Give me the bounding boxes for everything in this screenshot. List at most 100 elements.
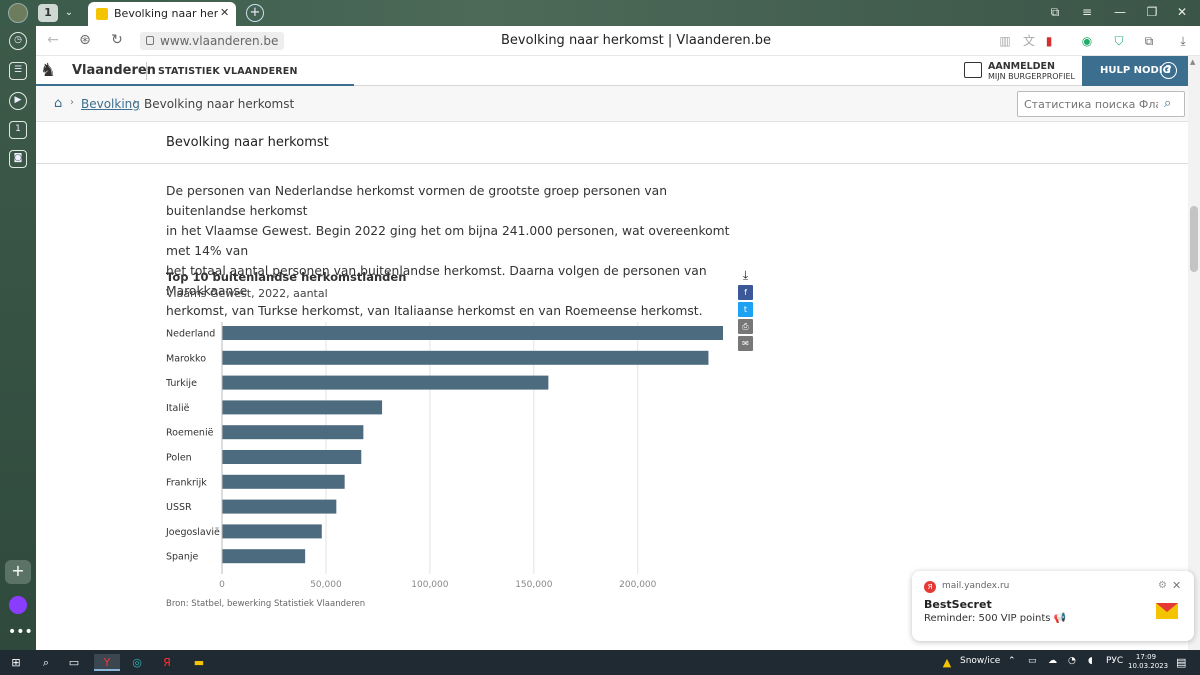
page-heading-bar: Bevolking naar herkomst <box>36 122 1188 164</box>
chart-subtitle: Vlaams Gewest, 2022, aantal <box>166 287 328 300</box>
notification-title: BestSecret <box>924 598 992 611</box>
bar <box>222 474 345 489</box>
page-scrollbar[interactable]: ▲ <box>1188 56 1200 650</box>
intro-paragraph: De personen van Nederlandse herkomst vor… <box>166 181 748 321</box>
extension-icon[interactable]: ◉ <box>1078 32 1096 50</box>
clock-date: 10.03.2023 <box>1128 662 1169 670</box>
mail-envelope-icon <box>1156 603 1178 619</box>
bar <box>222 499 337 514</box>
restore-button[interactable]: ❐ <box>1142 5 1162 19</box>
scrollbar-thumb[interactable] <box>1190 206 1198 272</box>
category-label: Spanje <box>166 552 199 563</box>
edge-icon[interactable]: ◎ <box>128 654 146 671</box>
notification-body: Reminder: 500 VIP points 📢 <box>924 613 1067 624</box>
facebook-icon[interactable]: f <box>738 285 753 300</box>
gear-icon[interactable]: ⚙ <box>1158 580 1167 591</box>
bar <box>222 524 322 539</box>
url-text: www.vlaanderen.be <box>160 34 279 48</box>
profile-avatar[interactable] <box>8 3 28 23</box>
search-icon[interactable]: ⌕ <box>1164 96 1171 111</box>
brand-name[interactable]: Vlaanderen <box>72 63 156 78</box>
collections-icon[interactable]: ⧉ <box>1045 5 1065 20</box>
site-header: ♞ Vlaanderen STATISTIEK VLAANDEREN AANME… <box>36 56 1188 86</box>
bar-chart: 0 50,000 100,000 150,000 200,000 Nederland Mar… <box>165 322 723 588</box>
category-label: Roemenië <box>166 428 214 439</box>
protect-icon[interactable]: ⛉ <box>1110 32 1128 50</box>
windows-taskbar: ⊞ ⌕ ▭ Y ◎ Я ▬ ▲ Snow/ice ⌃ ▭ ☁ ◔ ◖ РУС 1… <box>0 650 1200 675</box>
site-favicon-icon <box>96 8 108 20</box>
tabs-sidebar-icon[interactable]: 1 <box>9 121 27 139</box>
more-icon[interactable]: ••• <box>8 624 33 640</box>
mail-icon[interactable]: ✉ <box>738 336 753 351</box>
breadcrumb-link-bevolking[interactable]: Bevolking <box>81 97 140 111</box>
browser-sidebar: ◷ ☰ ▶ 1 ◙ + ••• <box>0 26 36 650</box>
volume-icon[interactable]: ◖ <box>1088 656 1093 666</box>
video-icon[interactable]: ▶ <box>9 92 27 110</box>
login-icon[interactable] <box>964 62 982 78</box>
back-icon[interactable]: ← <box>44 32 62 48</box>
tray-app-icon[interactable]: ▭ <box>1028 656 1037 666</box>
bar <box>222 549 306 564</box>
notifications-icon[interactable]: ▤ <box>1176 656 1186 669</box>
file-explorer-icon[interactable]: ▬ <box>190 654 208 671</box>
active-tab[interactable]: Bevolking naar herkomst | Vlaanderen.be … <box>88 2 236 26</box>
print-icon[interactable]: ⎙ <box>738 319 753 334</box>
language-indicator[interactable]: РУС <box>1106 656 1123 666</box>
close-icon[interactable]: ✕ <box>1172 579 1181 592</box>
new-tab-button[interactable]: + <box>246 4 264 22</box>
login-sublabel[interactable]: MIJN BURGERPROFIEL <box>988 72 1075 81</box>
screenshot-icon[interactable]: ◙ <box>9 150 27 168</box>
help-button[interactable]: HULP NODIG ? <box>1082 56 1188 86</box>
category-label: USSR <box>166 502 192 513</box>
yandex-browser-icon[interactable]: Y <box>94 654 120 671</box>
extensions-icon[interactable]: ⧉ <box>1140 32 1158 50</box>
clock-time: 17:09 <box>1135 653 1157 661</box>
onedrive-icon[interactable]: ☁ <box>1048 656 1057 666</box>
chevron-down-icon[interactable]: ⌄ <box>62 4 76 22</box>
notification-source: mail.yandex.ru <box>942 581 1010 591</box>
category-label: Frankrijk <box>166 477 207 488</box>
subbrand-name[interactable]: STATISTIEK VLAANDEREN <box>158 66 298 77</box>
home-icon[interactable]: ⌂ <box>54 96 62 111</box>
weather-icon[interactable]: ▲ <box>938 654 956 671</box>
tray-expand-icon[interactable]: ⌃ <box>1008 656 1016 666</box>
close-tab-icon[interactable]: ✕ <box>220 6 229 19</box>
question-icon: ? <box>1160 62 1177 79</box>
search-input[interactable] <box>1024 96 1158 113</box>
search-icon[interactable]: ⌕ <box>38 654 54 671</box>
bookmark-icon[interactable]: ▮ <box>1040 32 1058 50</box>
reader-mode-icon[interactable]: ▥ <box>996 32 1014 50</box>
tab-count-button[interactable]: 1 <box>38 4 58 22</box>
history-icon[interactable]: ◷ <box>9 32 27 50</box>
download-icon[interactable]: ⤓ <box>738 268 753 283</box>
task-view-icon[interactable]: ▭ <box>66 654 82 671</box>
vlaanderen-lion-logo-icon[interactable]: ♞ <box>40 60 60 82</box>
add-panel-button[interactable]: + <box>5 560 31 584</box>
collections-sidebar-icon[interactable]: ☰ <box>9 62 27 80</box>
category-label: Joegoslavië <box>165 527 220 538</box>
translate-icon[interactable]: 文 <box>1020 32 1038 50</box>
x-tick-label: 100,000 <box>411 580 448 588</box>
system-clock[interactable]: 17:09 10.03.2023 <box>1128 653 1169 671</box>
category-label: Turkije <box>165 378 197 389</box>
login-label[interactable]: AANMELDEN <box>988 61 1055 72</box>
scroll-up-icon[interactable]: ▲ <box>1190 58 1195 66</box>
menu-icon[interactable]: ≡ <box>1077 5 1097 19</box>
shield-protect-icon[interactable]: ⊛ <box>76 32 94 48</box>
twitter-icon[interactable]: t <box>738 302 753 317</box>
site-search[interactable]: ⌕ <box>1017 91 1185 117</box>
mail-notification[interactable]: Я mail.yandex.ru ⚙ ✕ BestSecret Reminder… <box>912 571 1194 641</box>
network-icon[interactable]: ◔ <box>1068 656 1076 666</box>
chart-source: Bron: Statbel, bewerking Statistiek Vlaa… <box>166 599 366 609</box>
breadcrumb-current: Bevolking naar herkomst <box>144 97 295 111</box>
downloads-icon[interactable]: ⤓ <box>1174 32 1192 50</box>
window-close-button[interactable]: ✕ <box>1172 5 1192 19</box>
url-field[interactable]: www.vlaanderen.be <box>140 32 285 50</box>
alice-assistant-icon[interactable] <box>9 596 27 614</box>
chart-title: Top 10 buitenlandse herkomstlanden <box>166 270 407 284</box>
reload-icon[interactable]: ↻ <box>108 32 126 48</box>
windows-start-icon[interactable]: ⊞ <box>8 654 24 671</box>
yandex-icon[interactable]: Я <box>158 654 176 671</box>
minimize-button[interactable]: — <box>1110 5 1130 19</box>
weather-text[interactable]: Snow/ice <box>960 656 1000 666</box>
